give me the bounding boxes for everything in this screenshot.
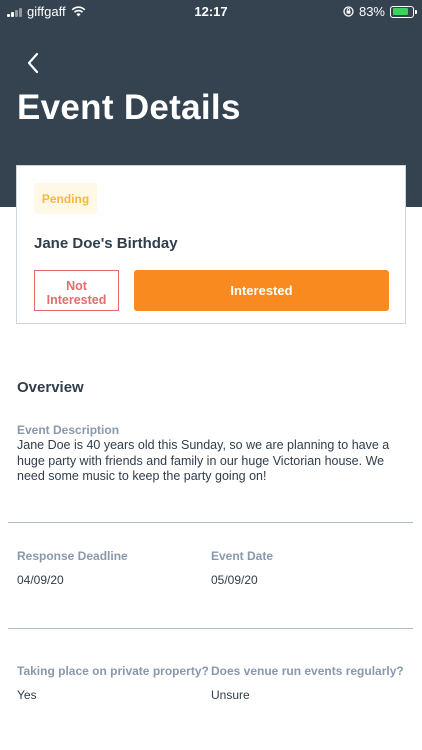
overview-heading: Overview	[17, 379, 84, 396]
venue-regular-label: Does venue run events regularly?	[211, 664, 404, 678]
event-description: Jane Doe is 40 years old this Sunday, so…	[17, 438, 390, 483]
back-button[interactable]	[18, 48, 48, 78]
status-bar: giffgaff 12:17 83%	[0, 0, 422, 24]
venue-regular-value: Unsure	[211, 688, 250, 702]
interested-button[interactable]: Interested	[134, 270, 389, 311]
status-badge: Pending	[34, 183, 97, 214]
page-title: Event Details	[17, 88, 241, 127]
battery-percentage: 83%	[358, 4, 385, 19]
response-deadline-label: Response Deadline	[17, 549, 128, 563]
event-card: Pending Jane Doe's Birthday Not Interest…	[16, 165, 406, 324]
divider	[8, 522, 413, 523]
event-date-value: 05/09/20	[211, 573, 258, 587]
event-date-label: Event Date	[211, 549, 274, 563]
battery-icon	[390, 5, 417, 18]
private-property-value: Yes	[17, 688, 37, 702]
divider	[8, 628, 413, 629]
battery-level	[392, 8, 409, 15]
event-description-label: Event Description	[17, 423, 120, 437]
event-name: Jane Doe's Birthday	[34, 235, 178, 252]
private-property-label: Taking place on private property?	[17, 664, 209, 678]
rotation-lock-icon	[343, 6, 354, 17]
chevron-left-icon	[27, 52, 39, 74]
response-deadline-value: 04/09/20	[17, 573, 64, 587]
not-interested-button[interactable]: Not Interested	[34, 270, 119, 311]
